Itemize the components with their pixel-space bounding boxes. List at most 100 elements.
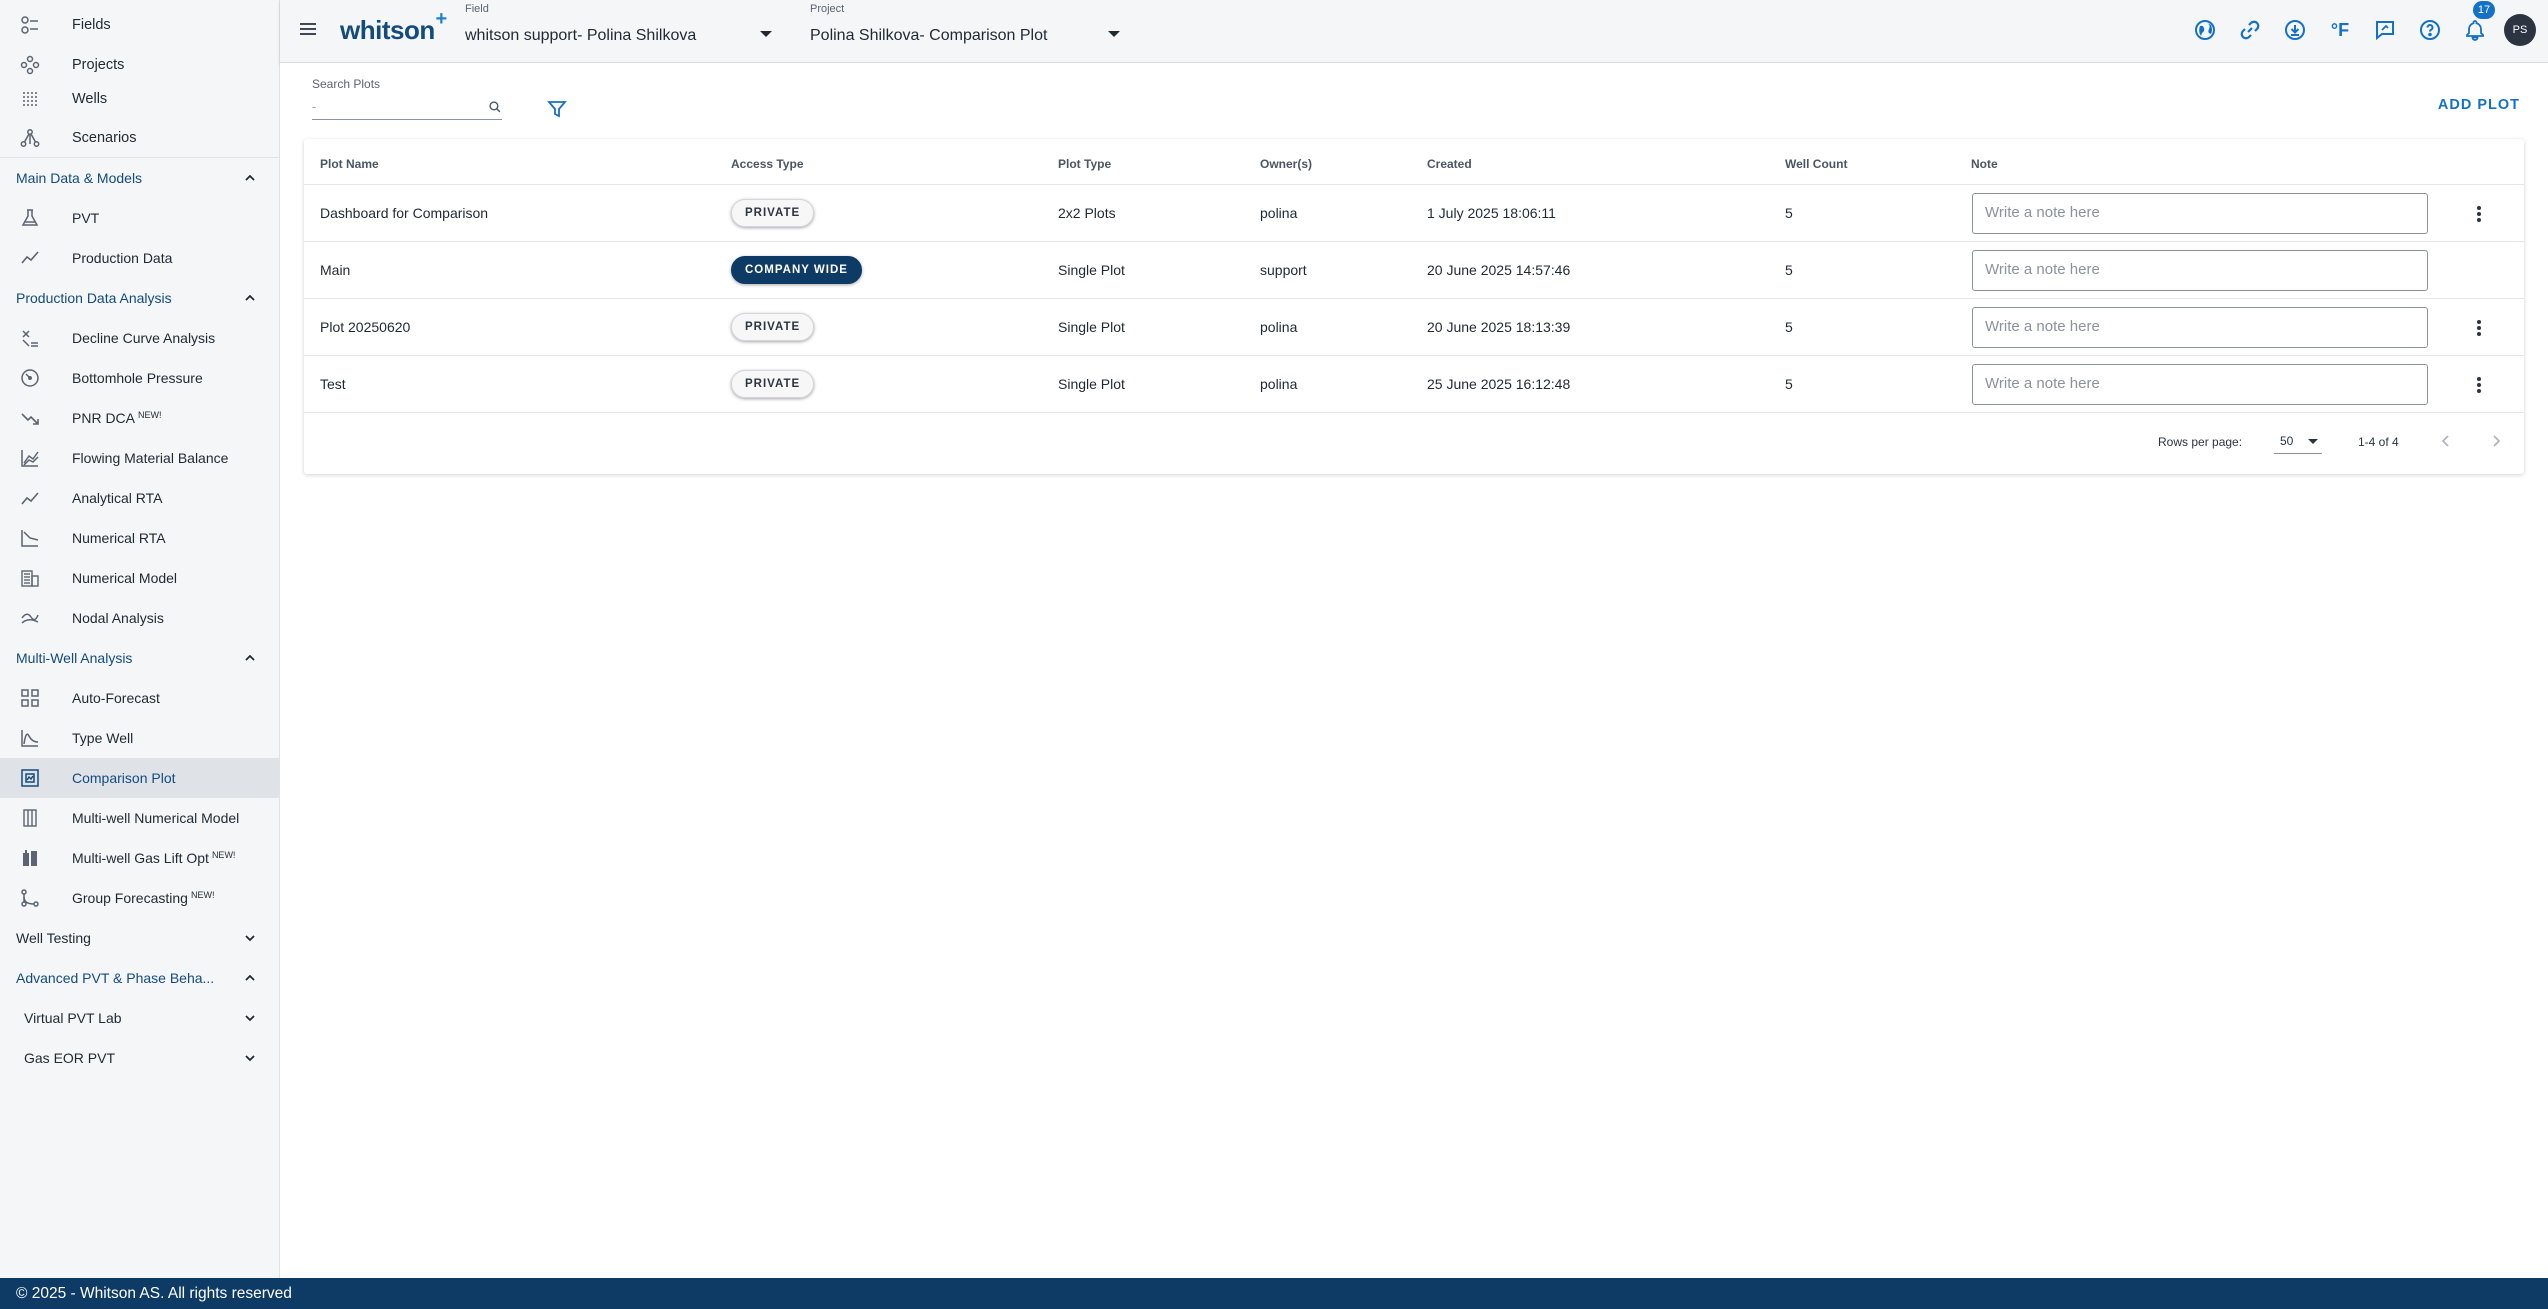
sidebar-item-analytical-rta[interactable]: Analytical RTA [0,478,279,518]
sidebar-item-label: Flowing Material Balance [72,450,229,466]
decline-curve-icon [18,326,42,350]
sidebar-item-type-well[interactable]: Type Well [0,718,279,758]
section-virtual-pvt-lab[interactable]: Virtual PVT Lab [0,998,279,1038]
menu-icon[interactable] [298,19,318,39]
sidebar-item-pvt[interactable]: PVT [0,198,279,238]
plot-name[interactable]: Test [320,376,346,392]
project-caption: Project [810,3,845,15]
rows-per-page-value: 50 [2280,434,2294,448]
sidebar-item-nodal-analysis[interactable]: Nodal Analysis [0,598,279,638]
plot-name[interactable]: Dashboard for Comparison [320,205,488,221]
column-header-plot-type[interactable]: Plot Type [1058,157,1111,171]
feedback-icon[interactable] [2369,14,2401,46]
more-vert-icon[interactable] [2464,199,2494,229]
section-well-testing[interactable]: Well Testing [0,918,279,958]
notifications-icon[interactable]: 17 [2459,1,2495,46]
access-type-chip: PRIVATE [731,370,815,398]
section-main-data-models[interactable]: Main Data & Models [0,158,279,198]
more-vert-icon[interactable] [2464,370,2494,400]
section-title: Production Data Analysis [16,290,172,306]
project-select[interactable]: Project Polina Shilkova- Comparison Plot [810,0,1120,63]
field-select[interactable]: Field whitson support- Polina Shilkova [465,0,775,63]
table-row[interactable]: Main COMPANY WIDE Single Plot support 20… [304,242,2524,299]
note-input[interactable] [1972,250,2428,291]
help-icon[interactable] [2414,14,2446,46]
notification-badge: 17 [2473,1,2495,19]
rows-per-page-select[interactable]: 50 [2274,428,2322,454]
sidebar-item-pnr-dca[interactable]: PNR DCA NEW! [0,398,279,438]
sidebar-item-group-forecasting[interactable]: Group Forecasting NEW! [0,878,279,918]
table-row[interactable]: Dashboard for Comparison PRIVATE 2x2 Plo… [304,185,2524,242]
sidebar-item-numerical-model[interactable]: Numerical Model [0,558,279,598]
chevron-right-icon [2493,435,2501,447]
sidebar-item-production-data[interactable]: Production Data [0,238,279,278]
header-actions: °F 17 PS [2176,1,2536,46]
next-page-button[interactable] [2484,429,2508,453]
section-advanced-pvt[interactable]: Advanced PVT & Phase Beha... [0,958,279,998]
chevron-up-icon [245,294,255,301]
comparison-plot-icon [18,766,42,790]
link-icon[interactable] [2234,14,2266,46]
table-row[interactable]: Test PRIVATE Single Plot polina 25 June … [304,356,2524,413]
sidebar-item-label: Type Well [72,730,134,746]
section-production-data-analysis[interactable]: Production Data Analysis [0,278,279,318]
sidebar-item-decline-curve-analysis[interactable]: Decline Curve Analysis [0,318,279,358]
column-header-created[interactable]: Created [1427,157,1472,171]
well-count: 5 [1785,205,1793,221]
section-title: Main Data & Models [16,170,143,186]
sidebar-item-bottomhole-pressure[interactable]: Bottomhole Pressure [0,358,279,398]
new-badge: NEW! [138,410,162,420]
plot-name[interactable]: Plot 20250620 [320,319,410,335]
note-input[interactable] [1972,307,2428,348]
sidebar-item-label: Fields [72,17,111,33]
table-row[interactable]: Plot 20250620 PRIVATE Single Plot polina… [304,299,2524,356]
column-header-access-type[interactable]: Access Type [731,157,804,171]
scenarios-icon [18,126,42,150]
section-gas-eor-pvt[interactable]: Gas EOR PVT [0,1038,279,1078]
sidebar-item-label: Nodal Analysis [72,610,164,626]
add-plot-button[interactable]: ADD PLOT [2438,97,2520,113]
search-icon[interactable] [488,97,502,117]
sidebar-item-auto-forecast[interactable]: Auto-Forecast [0,678,279,718]
rows-per-page-label: Rows per page: [2158,435,2243,449]
sidebar-item-wells[interactable]: Wells [0,79,279,119]
column-header-owners[interactable]: Owner(s) [1260,157,1312,171]
search-input[interactable] [312,99,488,114]
sidebar-item-multi-well-numerical-model[interactable]: Multi-well Numerical Model [0,798,279,838]
temperature-unit-toggle[interactable]: °F [2324,14,2356,46]
sidebar-item-flowing-material-balance[interactable]: Flowing Material Balance [0,438,279,478]
column-header-plot-name[interactable]: Plot Name [320,157,379,171]
projects-icon [18,53,42,77]
note-input[interactable] [1972,364,2428,405]
sidebar-item-fields[interactable]: Fields [0,0,279,50]
columns-icon [18,806,42,830]
sidebar-item-numerical-rta[interactable]: Numerical RTA [0,518,279,558]
sidebar-item-projects[interactable]: Projects [0,50,279,79]
created-date: 1 July 2025 18:06:11 [1427,205,1556,221]
section-title: Advanced PVT & Phase Beha... [16,970,215,986]
sidebar-item-comparison-plot[interactable]: Comparison Plot [0,758,279,798]
note-input[interactable] [1972,193,2428,234]
avatar[interactable]: PS [2504,14,2536,46]
download-icon[interactable] [2279,14,2311,46]
owner: polina [1260,319,1298,335]
main-content: Search Plots ADD PLOT Plot Name Access T… [280,63,2548,1278]
previous-page-button[interactable] [2434,429,2458,453]
sidebar-item-label: Analytical RTA [72,490,163,506]
sidebar-item-label: Numerical RTA [72,530,166,546]
sidebar-item-label: Comparison Plot [72,770,176,786]
column-header-well-count[interactable]: Well Count [1785,157,1847,171]
created-date: 20 June 2025 14:57:46 [1427,262,1571,278]
sidebar-item-multi-well-gas-lift-opt[interactable]: Multi-well Gas Lift Opt NEW! [0,838,279,878]
plot-name[interactable]: Main [320,262,350,278]
more-vert-icon[interactable] [2464,313,2494,343]
globe-icon[interactable] [2189,14,2221,46]
plot-type: Single Plot [1058,319,1125,335]
sidebar-item-text: Group Forecasting [72,890,188,906]
brand-logo[interactable]: whitson + [340,8,447,46]
sidebar-item-scenarios[interactable]: Scenarios [0,119,279,157]
chevron-up-icon [245,174,255,181]
section-multi-well-analysis[interactable]: Multi-Well Analysis [0,638,279,678]
sidebar-item-label: Multi-well Numerical Model [72,810,240,826]
filter-button[interactable] [542,94,572,124]
